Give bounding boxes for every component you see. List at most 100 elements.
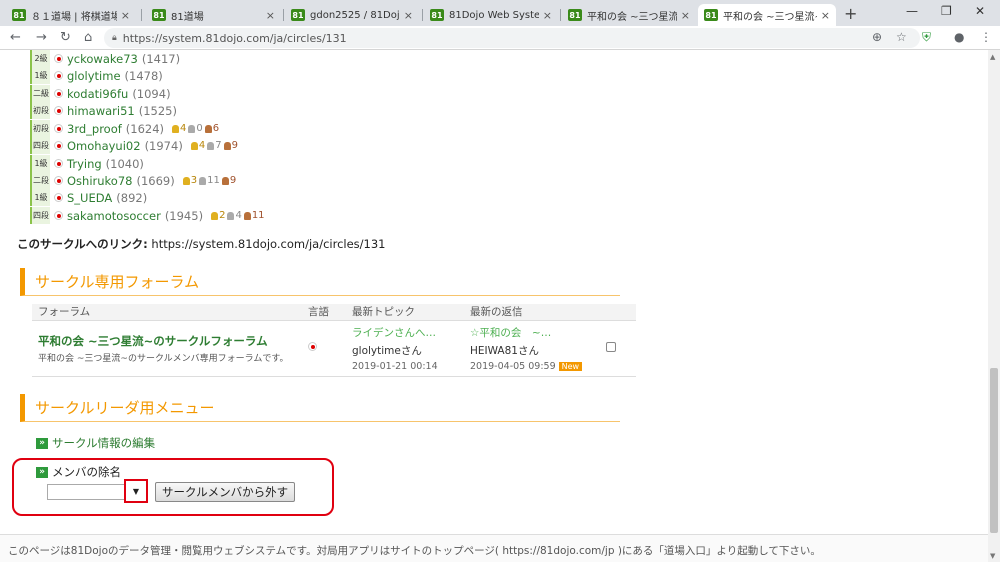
dojo-favicon-icon: 81 <box>152 9 166 21</box>
edit-circle-link[interactable]: » サークル情報の編集 <box>36 435 155 451</box>
restore-icon[interactable]: ❐ <box>941 4 952 18</box>
japan-flag-icon <box>54 211 63 220</box>
language-cell <box>302 320 346 377</box>
latest-topic-cell: ライデンさんへ… glolytimeさん 2019-01-21 00:14 <box>346 320 464 377</box>
scrollbar-thumb[interactable] <box>990 368 998 533</box>
japan-flag-icon <box>54 176 63 185</box>
medal-counts: 2 4 11 <box>211 210 264 221</box>
browser-tab-1[interactable]: 81 ８１道場 | 将棋道場体 × <box>6 4 136 26</box>
latest-reply-date-line: 2019-04-05 09:59 New <box>470 361 600 372</box>
browser-tab-3[interactable]: 81 gdon2525 / 81Dojo We × <box>285 4 419 26</box>
member-rating: (1669) <box>136 173 175 188</box>
dojo-favicon-icon: 81 <box>568 9 582 21</box>
browser-tab-4[interactable]: 81 81Dojo Web System × <box>424 4 558 26</box>
medal-counts: 4 7 9 <box>191 140 238 151</box>
col-latest-topic: 最新トピック <box>346 304 464 321</box>
member-name-link[interactable]: 3rd_proof <box>67 122 122 136</box>
close-window-icon[interactable]: ✕ <box>975 4 985 18</box>
forum-description: 平和の会 ~三つ星流~のサークルメンバ専用フォーラムです。 <box>38 353 289 364</box>
member-name-link[interactable]: S_UEDA <box>67 191 112 205</box>
member-rating: (1094) <box>132 86 171 101</box>
member-name-link[interactable]: sakamotosoccer <box>67 209 161 223</box>
scroll-up-arrow-icon[interactable]: ▲ <box>990 53 995 61</box>
menu-icon[interactable]: ⋮ <box>980 30 992 44</box>
account-icon[interactable]: ● <box>954 30 964 44</box>
col-latest-reply: 最新の返信 <box>464 304 600 321</box>
member-rating: (1040) <box>105 156 144 171</box>
japan-flag-icon <box>54 141 63 150</box>
member-name-link[interactable]: Omohayui02 <box>67 139 141 153</box>
latest-reply-date: 2019-04-05 09:59 <box>470 360 556 372</box>
col-language: 言語 <box>302 304 346 321</box>
member-name-link[interactable]: glolytime <box>67 69 121 83</box>
tab-title: 81道場 <box>171 11 204 23</box>
browser-tab-5[interactable]: 81 平和の会 ~三つ星流~ / × <box>562 4 696 26</box>
forward-icon[interactable]: → <box>36 30 47 45</box>
japan-flag-icon <box>54 124 63 133</box>
url-text: https://system.81dojo.com/ja/circles/131 <box>122 31 347 45</box>
forum-title-link[interactable]: 平和の会 ~三つ星流~のサークルフォーラム <box>38 333 302 349</box>
dojo-favicon-icon: 81 <box>12 9 26 21</box>
medal-counts: 4 0 6 <box>172 123 219 134</box>
latest-topic-link[interactable]: ライデンさんへ… <box>352 325 464 340</box>
url-input[interactable]: 🔒︎ https://system.81dojo.com/ja/circles/… <box>104 28 920 48</box>
back-icon[interactable]: ← <box>10 30 21 45</box>
reload-icon[interactable]: ↻ <box>60 30 71 45</box>
browser-tab-2[interactable]: 81 81道場 × <box>146 4 281 26</box>
member-row: 二級 kodati96fu (1094) <box>30 85 171 102</box>
member-row: 二段 Oshiruko78 (1669) 3 11 9 <box>30 172 236 189</box>
member-row: 四段 sakamotosoccer (1945) 2 4 11 <box>30 207 265 224</box>
member-name-link[interactable]: Oshiruko78 <box>67 174 132 188</box>
forum-table-header: フォーラム 言語 最新トピック 最新の返信 <box>32 304 636 321</box>
home-icon[interactable]: ⌂ <box>84 30 92 45</box>
member-name-link[interactable]: kodati96fu <box>67 87 128 101</box>
dojo-favicon-icon: 81 <box>291 9 305 21</box>
close-tab-icon[interactable]: × <box>543 9 552 22</box>
tab-strip: 81 ８１道場 | 将棋道場体 × 81 81道場 × 81 gdon2525 … <box>0 0 1000 26</box>
scroll-down-arrow-icon[interactable]: ▼ <box>990 552 995 560</box>
leader-menu-title: サークルリーダ用メニュー <box>20 394 620 422</box>
latest-reply-link[interactable]: ☆平和の会 ~… <box>470 325 600 340</box>
silver-medal-count: 11 <box>199 175 220 186</box>
japan-flag-icon <box>54 71 63 80</box>
japan-flag-icon <box>54 159 63 168</box>
bookmark-star-icon[interactable]: ☆ <box>896 30 907 44</box>
rank-badge: 1級 <box>30 189 50 206</box>
lock-icon: 🔒︎ <box>112 33 117 43</box>
member-rating: (1624) <box>125 121 165 136</box>
new-tab-icon[interactable]: + <box>844 4 857 23</box>
member-row: 1級 glolytime (1478) <box>30 67 163 84</box>
rank-badge: 初段 <box>30 102 50 119</box>
member-rating: (1945) <box>164 208 204 223</box>
silver-medal-count: 4 <box>227 210 241 221</box>
member-name-link[interactable]: Trying <box>67 157 102 171</box>
select-dropdown-arrow-icon[interactable]: ▼ <box>124 479 148 503</box>
zoom-icon[interactable]: ⊕ <box>872 30 882 44</box>
close-tab-icon[interactable]: × <box>821 9 830 22</box>
close-tab-icon[interactable]: × <box>681 9 690 22</box>
browser-tab-active[interactable]: 81 平和の会 ~三つ星流~ / × <box>698 4 836 26</box>
member-row: 2級 yckowake73 (1417) <box>30 50 180 67</box>
circle-link-url[interactable]: https://system.81dojo.com/ja/circles/131 <box>151 237 385 251</box>
remove-member-button[interactable]: サークルメンバから外す <box>155 482 296 502</box>
rank-badge: 1級 <box>30 155 50 172</box>
rank-badge: 1級 <box>30 67 50 84</box>
shield-extension-icon[interactable]: ⛨ <box>922 30 931 45</box>
member-row: 四段 Omohayui02 (1974) 4 7 9 <box>30 137 238 154</box>
double-chevron-icon: » <box>36 466 48 478</box>
bronze-medal-count: 11 <box>244 210 265 221</box>
japan-flag-icon <box>54 89 63 98</box>
member-row: 1級 S_UEDA (892) <box>30 189 147 206</box>
latest-reply-cell: ☆平和の会 ~… HEIWA81さん 2019-04-05 09:59 New <box>464 320 600 377</box>
close-tab-icon[interactable]: × <box>121 9 130 22</box>
dojo-favicon-icon: 81 <box>704 9 718 21</box>
member-row: 1級 Trying (1040) <box>30 155 144 172</box>
member-name-link[interactable]: yckowake73 <box>67 52 138 66</box>
close-tab-icon[interactable]: × <box>266 9 275 22</box>
subscribe-checkbox[interactable] <box>606 341 616 352</box>
remove-member-label: メンバの除名 <box>52 465 121 479</box>
rank-badge: 四段 <box>30 207 50 224</box>
close-tab-icon[interactable]: × <box>404 9 413 22</box>
minimize-icon[interactable]: — <box>906 4 918 18</box>
member-name-link[interactable]: himawari51 <box>67 104 135 118</box>
